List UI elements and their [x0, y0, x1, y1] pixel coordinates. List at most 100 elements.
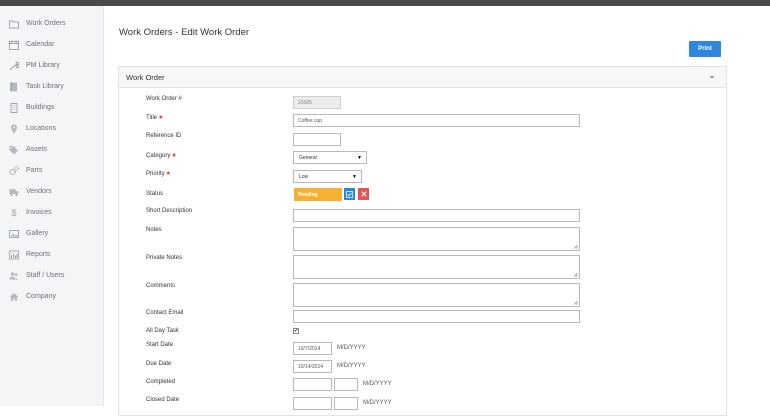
edit-status-button[interactable] [344, 188, 355, 200]
sidebar-item-label: Calendar [26, 41, 55, 48]
all-day-task-label: All Day Task [146, 328, 179, 334]
comments-textarea[interactable] [293, 283, 580, 307]
sidebar-item-label: Assets [26, 146, 48, 153]
sidebar-item-vendors[interactable]: Vendors [0, 181, 104, 202]
title-input[interactable]: Coffee cup [293, 114, 580, 127]
panel-title: Work Order [126, 73, 165, 82]
priority-select[interactable]: Low ▼ [293, 170, 362, 183]
closed-date-label: Closed Date [146, 397, 180, 403]
sidebar-item-invoices[interactable]: $ Invoices [0, 202, 104, 223]
sidebar-item-label: Gallery [26, 230, 49, 237]
completed-label: Completed [146, 379, 176, 385]
sidebar-item-locations[interactable]: Locations [0, 118, 104, 139]
priority-label-text: Priority [146, 171, 165, 177]
completed-time-input[interactable] [334, 378, 358, 391]
sidebar-item-calendar[interactable]: Calendar [0, 34, 104, 55]
title-label-text: Title [146, 115, 158, 121]
notes-label: Notes [146, 227, 162, 233]
sidebar-item-task-library[interactable]: Task Library [0, 76, 104, 97]
work-order-number-field: 23685 [293, 96, 341, 109]
short-description-input[interactable] [293, 209, 580, 222]
panel-header[interactable]: Work Order [119, 67, 726, 88]
tag-icon [7, 145, 21, 155]
category-select-value: General [299, 154, 317, 161]
reference-id-label: Reference ID [146, 133, 182, 139]
sidebar-item-staff-users[interactable]: Staff / Users [0, 265, 104, 286]
sidebar-item-gallery[interactable]: Gallery [0, 223, 104, 244]
bar-chart-icon [7, 250, 21, 260]
chevron-down-icon[interactable] [708, 74, 716, 80]
sidebar-item-label: Staff / Users [26, 272, 65, 279]
short-description-label: Short Description [146, 208, 193, 214]
start-date-label: Start Date [146, 342, 174, 348]
start-date-input[interactable]: 10/7/2014 [293, 342, 332, 355]
start-date-format-hint: M/D/YYYY [337, 345, 366, 351]
users-icon [7, 271, 21, 281]
due-date-input[interactable]: 10/14/2014 [293, 360, 332, 373]
home-icon [7, 292, 21, 302]
sidebar-item-assets[interactable]: Assets [0, 139, 104, 160]
closed-time-input[interactable] [334, 397, 358, 410]
calendar-icon [7, 40, 21, 50]
sidebar-item-label: Task Library [26, 83, 64, 90]
status-badge: Pending [294, 188, 342, 201]
dollar-icon: $ [11, 207, 17, 218]
print-button[interactable]: Print [689, 41, 721, 57]
book-icon [7, 81, 21, 92]
category-select[interactable]: General ▼ [293, 151, 367, 164]
sidebar-item-label: Invoices [26, 209, 52, 216]
sidebar-item-label: Buildings [26, 104, 55, 111]
comments-label: Comments [146, 283, 176, 289]
title-label: Title★ [146, 114, 164, 121]
sidebar-item-label: Locations [26, 125, 56, 132]
private-notes-label: Private Notes [146, 255, 183, 261]
sidebar-item-label: Vendors [26, 188, 52, 195]
contact-email-input[interactable] [293, 310, 580, 323]
sidebar-item-parts[interactable]: Parts [0, 160, 104, 181]
contact-email-label: Contact Email [146, 310, 184, 316]
work-order-number-label: Work Order # [146, 96, 182, 102]
completed-date-input[interactable] [293, 378, 332, 391]
sidebar-item-company[interactable]: Company [0, 286, 104, 307]
priority-label: Priority★ [146, 170, 171, 177]
wrench-icon [7, 60, 21, 71]
due-date-label: Due Date [146, 361, 172, 367]
resize-grip-icon[interactable] [573, 300, 578, 305]
remove-status-button[interactable] [358, 188, 369, 200]
resize-grip-icon[interactable] [573, 244, 578, 249]
resize-grip-icon[interactable] [573, 272, 578, 277]
work-order-panel: Work Order Work Order # 23685 Title★ Cof… [118, 66, 727, 416]
closed-date-format-hint: M/D/YYYY [363, 400, 392, 406]
notes-textarea[interactable] [293, 227, 580, 251]
caret-down-icon: ▼ [352, 174, 357, 180]
sidebar-item-label: Reports [26, 251, 51, 258]
sidebar-item-reports[interactable]: Reports [0, 244, 104, 265]
caret-down-icon: ▼ [357, 155, 362, 161]
main-content: Work Orders - Edit Work Order Print Work… [104, 6, 770, 416]
required-asterisk: ★ [171, 153, 177, 159]
status-label: Status [146, 191, 164, 197]
sidebar-item-work-orders[interactable]: Work Orders [0, 13, 104, 34]
map-pin-icon [7, 124, 21, 134]
close-icon [360, 191, 367, 197]
sidebar-item-label: Parts [26, 167, 43, 174]
priority-select-value: Low [299, 173, 309, 180]
truck-icon [7, 187, 21, 197]
sidebar-item-pm-library[interactable]: PM Library [0, 55, 104, 76]
sidebar-item-buildings[interactable]: Buildings [0, 97, 104, 118]
page-title: Work Orders - Edit Work Order [119, 27, 250, 38]
folder-icon [7, 19, 21, 29]
sidebar: Work Orders Calendar PM Library Task Lib… [0, 6, 104, 406]
image-icon [7, 229, 21, 239]
sidebar-item-label: Company [26, 293, 56, 300]
closed-date-input[interactable] [293, 397, 332, 410]
due-date-format-hint: M/D/YYYY [337, 363, 366, 369]
sidebar-item-label: Work Orders [26, 20, 66, 27]
category-label: Category★ [146, 152, 177, 159]
check-square-icon [346, 190, 353, 198]
category-label-text: Category [146, 153, 171, 159]
all-day-task-checkbox[interactable]: ✔ [293, 328, 299, 334]
reference-id-input[interactable] [293, 133, 341, 146]
private-notes-textarea[interactable] [293, 255, 580, 279]
sidebar-item-label: PM Library [26, 62, 60, 69]
